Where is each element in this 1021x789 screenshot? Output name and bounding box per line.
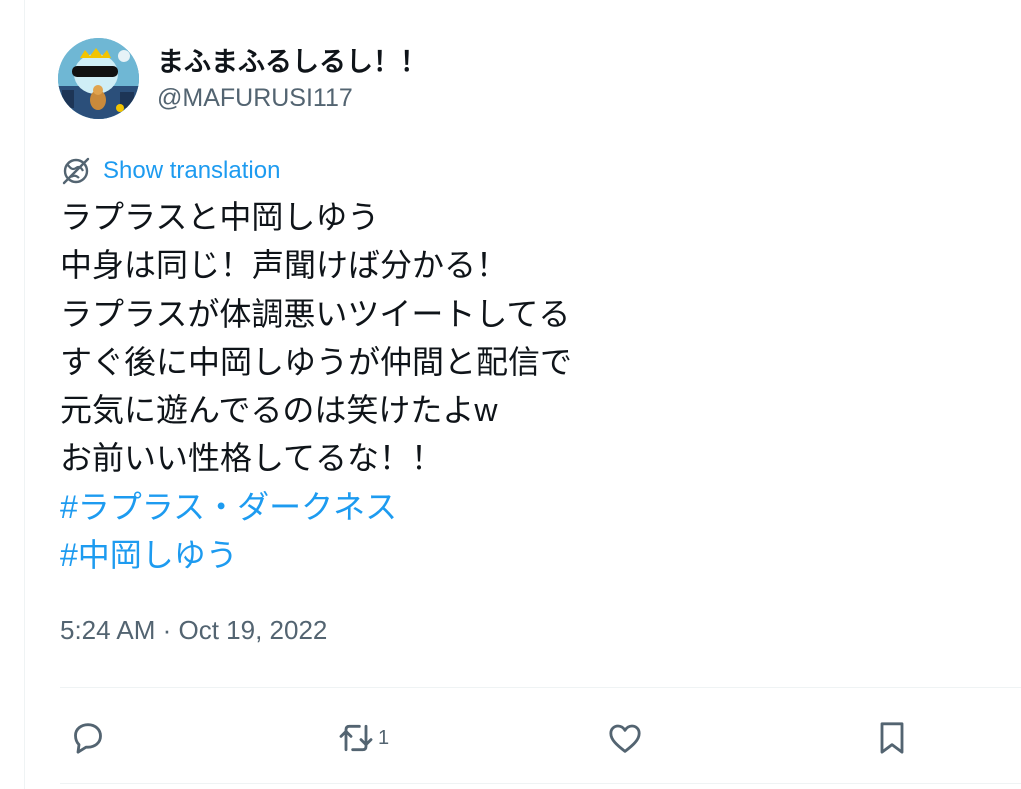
hashtag-link-laplus[interactable]: #ラプラス・ダークネス [60, 483, 960, 531]
bookmark-button[interactable] [872, 716, 912, 760]
show-translation-label[interactable]: Show translation [103, 157, 280, 185]
like-icon [609, 724, 641, 753]
hashtag-link-nakaoka[interactable]: #中岡しゆう [60, 531, 960, 579]
tweet-text-line: すぐ後に中岡しゆうが仲間と配信で [60, 343, 573, 380]
tweet-text: ラプラスと中岡しゆう 中身は同じ！声聞けば分かる！ ラプラスが体調悪いツイートし… [60, 193, 960, 579]
divider [60, 687, 1021, 688]
translate-globe-icon [62, 157, 90, 185]
tweet-text-line: 中身は同じ！声聞けば分かる！ [60, 247, 509, 284]
reply-icon [74, 723, 102, 754]
divider [60, 783, 1021, 784]
display-name[interactable]: まふまふるしるし！！ [157, 40, 427, 79]
like-button[interactable] [605, 716, 645, 760]
reply-button[interactable] [68, 716, 108, 760]
show-translation-link[interactable]: Show translation [60, 155, 280, 187]
avatar[interactable] [58, 38, 139, 119]
retweet-icon [339, 724, 373, 752]
tweet-text-line: 元気に遊んでるのは笑けたよw [60, 392, 498, 429]
tweet-text-line: ラプラスと中岡しゆう [60, 199, 380, 235]
tweet-timestamp[interactable]: 5:24 AM · Oct 19, 2022 [60, 615, 327, 646]
avatar-image [58, 38, 139, 119]
tweet-card: まふまふるしるし！！ @MAFURUSI117 Show translation… [0, 0, 1021, 789]
tweet-text-line: ラプラスが体調悪いツイートしてる [60, 295, 571, 332]
retweet-button[interactable]: 1 [336, 716, 389, 760]
tweet-text-line: お前いい性格してるな！！ [60, 440, 444, 477]
user-handle[interactable]: @MAFURUSI117 [157, 84, 353, 113]
bookmark-icon [880, 722, 904, 754]
retweet-count: 1 [378, 726, 390, 749]
